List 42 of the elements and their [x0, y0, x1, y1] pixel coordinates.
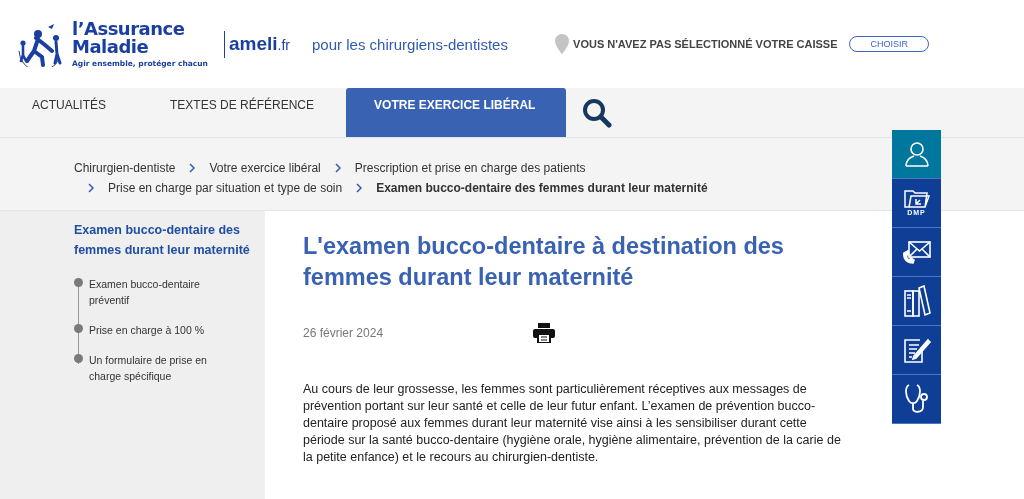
toolbar-button[interactable] — [892, 228, 941, 277]
user-icon — [902, 140, 931, 168]
form-pen-icon — [901, 336, 932, 364]
nav-tab[interactable]: ACTUALITÉS — [0, 88, 138, 137]
breadcrumb-link[interactable]: Chirurgien-dentiste — [74, 161, 176, 175]
caisse-notice: VOUS N'AVEZ PAS SÉLECTIONNÉ VOTRE CAISSE — [573, 38, 838, 50]
chevron-icon — [356, 183, 363, 193]
location-pin-icon — [555, 34, 570, 54]
article-title: L'examen bucco-dentaire à destination des femmes durant leur maternité — [303, 232, 785, 292]
sidebar-title[interactable]: Examen bucco-dentaire des femmes durant leur maternité — [74, 221, 251, 260]
sidebar-link[interactable]: Un formulaire de prise en charge spécifique — [89, 352, 219, 384]
nav-tab[interactable]: TEXTES DE RÉFÉRENCE — [138, 88, 347, 137]
chevron-icon — [88, 183, 94, 193]
print-icon[interactable] — [533, 323, 556, 343]
brand-name: l’Assurance — [72, 20, 186, 38]
sidebar-link[interactable]: Prise en charge à 100 % — [89, 322, 219, 338]
search-icon[interactable] — [582, 97, 613, 128]
toolbar-button[interactable] — [892, 326, 941, 375]
nav-tab[interactable]: VOTRE EXERCICE LIBÉRAL — [346, 88, 567, 137]
folder-icon — [902, 189, 931, 209]
breadcrumb-link[interactable]: Votre exercice libéral — [209, 161, 321, 175]
toolbar-button[interactable] — [892, 277, 941, 326]
timeline-dot — [74, 278, 83, 287]
article-paragraph: Au cours de leur grossesse, les femmes sont particulièrement réceptives aux messages de prévention portant sur leur santé et celle de leur futur enfant. L’examen de prévention bucco-dentaire proposé aux femmes durant leur maternité vise ainsi à les sensibiliser durant cette période sur la santé bucco-dentaire (hygiène orale, hygiène alimentaire, prévention de la carie de la petite enfance) et le recours au chirurgien-dentiste. — [303, 381, 842, 466]
stethoscope-icon — [902, 383, 931, 415]
article-date: 26 février 2024 — [303, 326, 384, 340]
choose-button[interactable]: CHOISIR — [849, 36, 929, 52]
audience-label: pour les chirurgiens-dentistes — [312, 35, 508, 53]
toolbar-button[interactable] — [892, 375, 941, 424]
timeline-dot — [74, 324, 83, 333]
toolbar-button[interactable] — [892, 130, 941, 179]
envelope-phone-icon — [901, 239, 932, 265]
timeline-dot — [74, 354, 83, 363]
sidebar-link[interactable]: Examen bucco-dentaire préventif — [89, 276, 219, 308]
chevron-icon — [334, 163, 341, 173]
breadcrumb-link[interactable]: Prise en charge par situation et type de soin — [108, 181, 343, 195]
breadcrumb-link[interactable]: Prescription et prise en charge des patients — [354, 161, 586, 175]
breadcrumb-link[interactable]: Examen bucco-dentaire des femmes durant leur maternité — [376, 181, 708, 195]
brand-name: Maladie — [72, 38, 150, 56]
chevron-icon — [189, 163, 196, 173]
site-name: ameli.fr — [223, 30, 290, 58]
binders-icon — [902, 285, 931, 317]
